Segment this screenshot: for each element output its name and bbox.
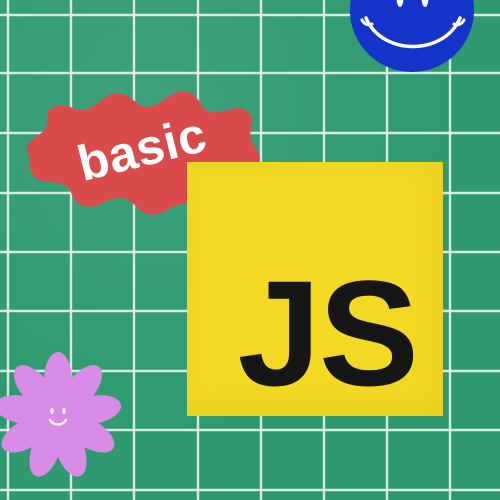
js-logo-text: JS bbox=[237, 249, 419, 417]
poster: basic JS bbox=[0, 0, 500, 500]
smiley-face-icon bbox=[350, 0, 474, 72]
flower-icon bbox=[0, 352, 122, 477]
js-logo: JS bbox=[187, 162, 443, 416]
